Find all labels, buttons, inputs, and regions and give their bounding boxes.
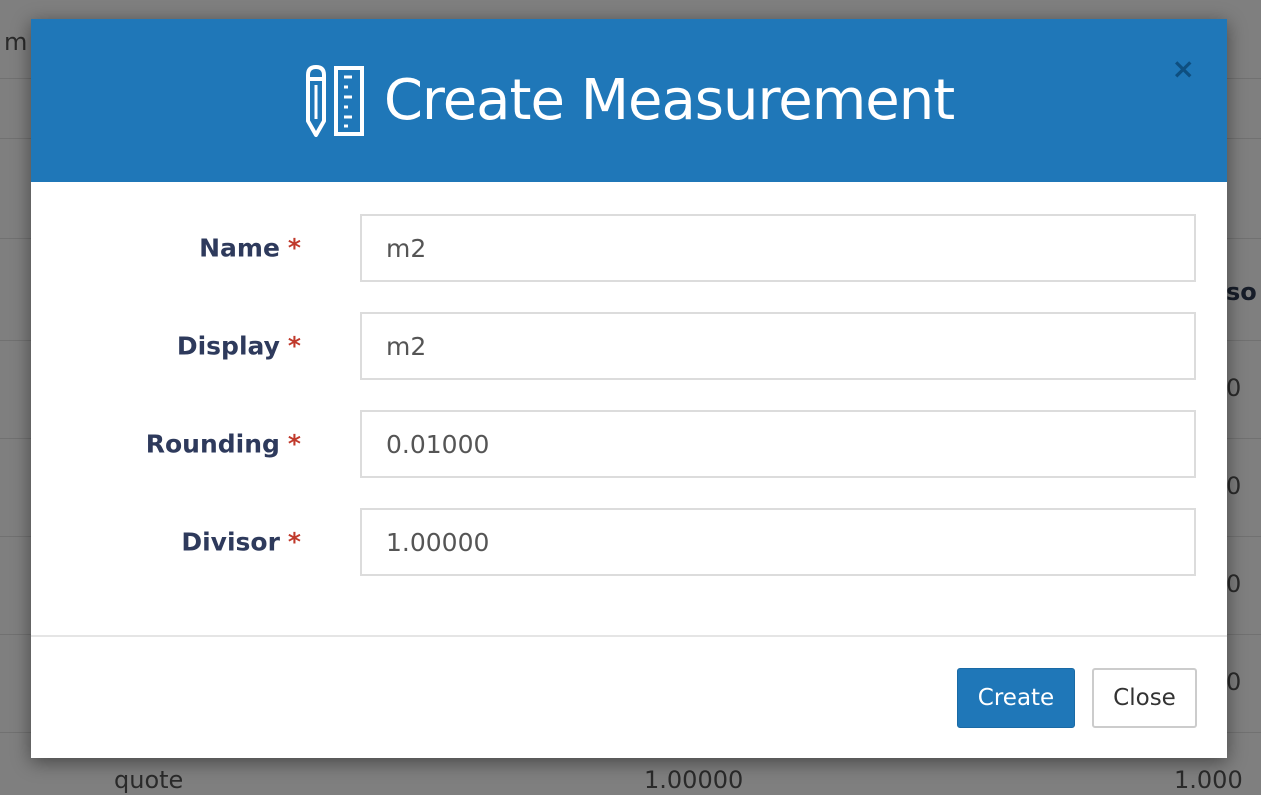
modal-header: Create Measurement × [31,19,1227,182]
ruler-pencil-icon [305,64,364,137]
required-marker: * [287,331,301,361]
modal-body: Name* Display* Rounding* Divisor* [31,182,1227,637]
required-marker: * [287,429,301,459]
divisor-label: Divisor * [181,528,301,557]
display-input[interactable] [360,312,1196,380]
create-measurement-modal: Create Measurement × Name* Display* Roun… [31,19,1227,758]
modal-title: Create Measurement [383,68,955,133]
rounding-label: Rounding * [146,430,301,459]
modal-footer: Create Close [31,637,1227,758]
create-button[interactable]: Create [957,668,1075,728]
required-marker: * [287,233,301,263]
rounding-input[interactable] [360,410,1196,478]
modal-title-group: Create Measurement [31,19,1227,182]
close-button[interactable]: Close [1092,668,1197,728]
name-label-text: Name [199,233,280,263]
close-icon[interactable]: × [1172,55,1195,83]
display-label: Display * [177,332,301,361]
form-row-name: Name * [31,214,1227,282]
form-row-display: Display * [31,312,1227,380]
display-label-text: Display [176,331,280,361]
divisor-input[interactable] [360,508,1196,576]
rounding-label-text: Rounding [145,429,280,459]
required-marker: * [287,527,301,557]
divisor-label-text: Divisor [181,527,280,557]
form-row-rounding: Rounding * [31,410,1227,478]
form-row-divisor: Divisor * [31,508,1227,576]
name-input[interactable] [360,214,1196,282]
name-label: Name * [199,234,301,263]
